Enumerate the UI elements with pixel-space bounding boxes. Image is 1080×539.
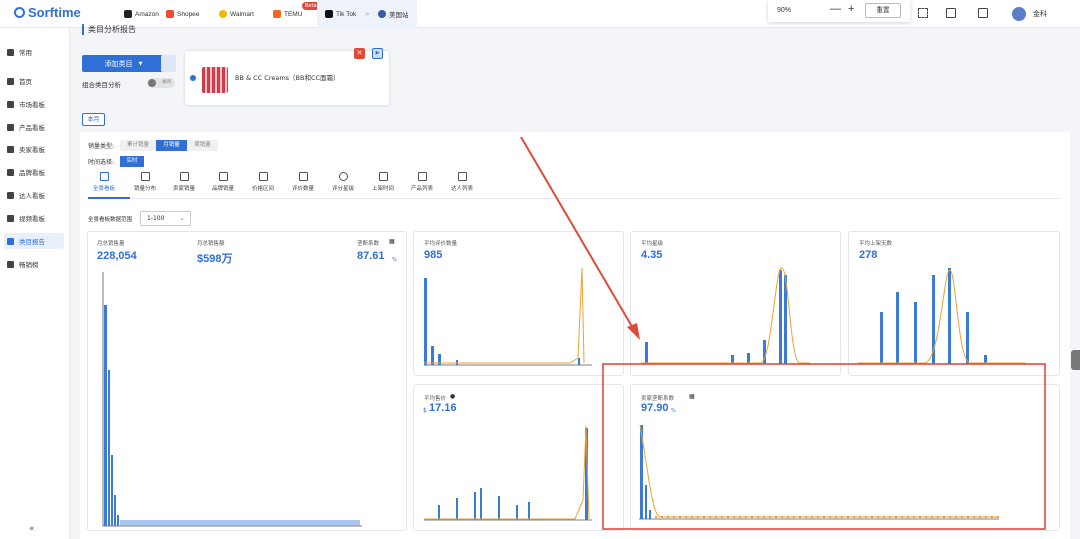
chart-monthly-sales — [102, 272, 362, 527]
chart-seller-monopoly — [639, 424, 999, 520]
chart-avg-rating — [641, 267, 810, 365]
chart-avg-reviews — [424, 267, 592, 366]
side-panel-handle[interactable] — [1071, 350, 1080, 370]
charts-overlay — [102, 136, 1046, 530]
chart-avg-price — [424, 425, 592, 521]
chart-avg-days — [858, 268, 1025, 365]
